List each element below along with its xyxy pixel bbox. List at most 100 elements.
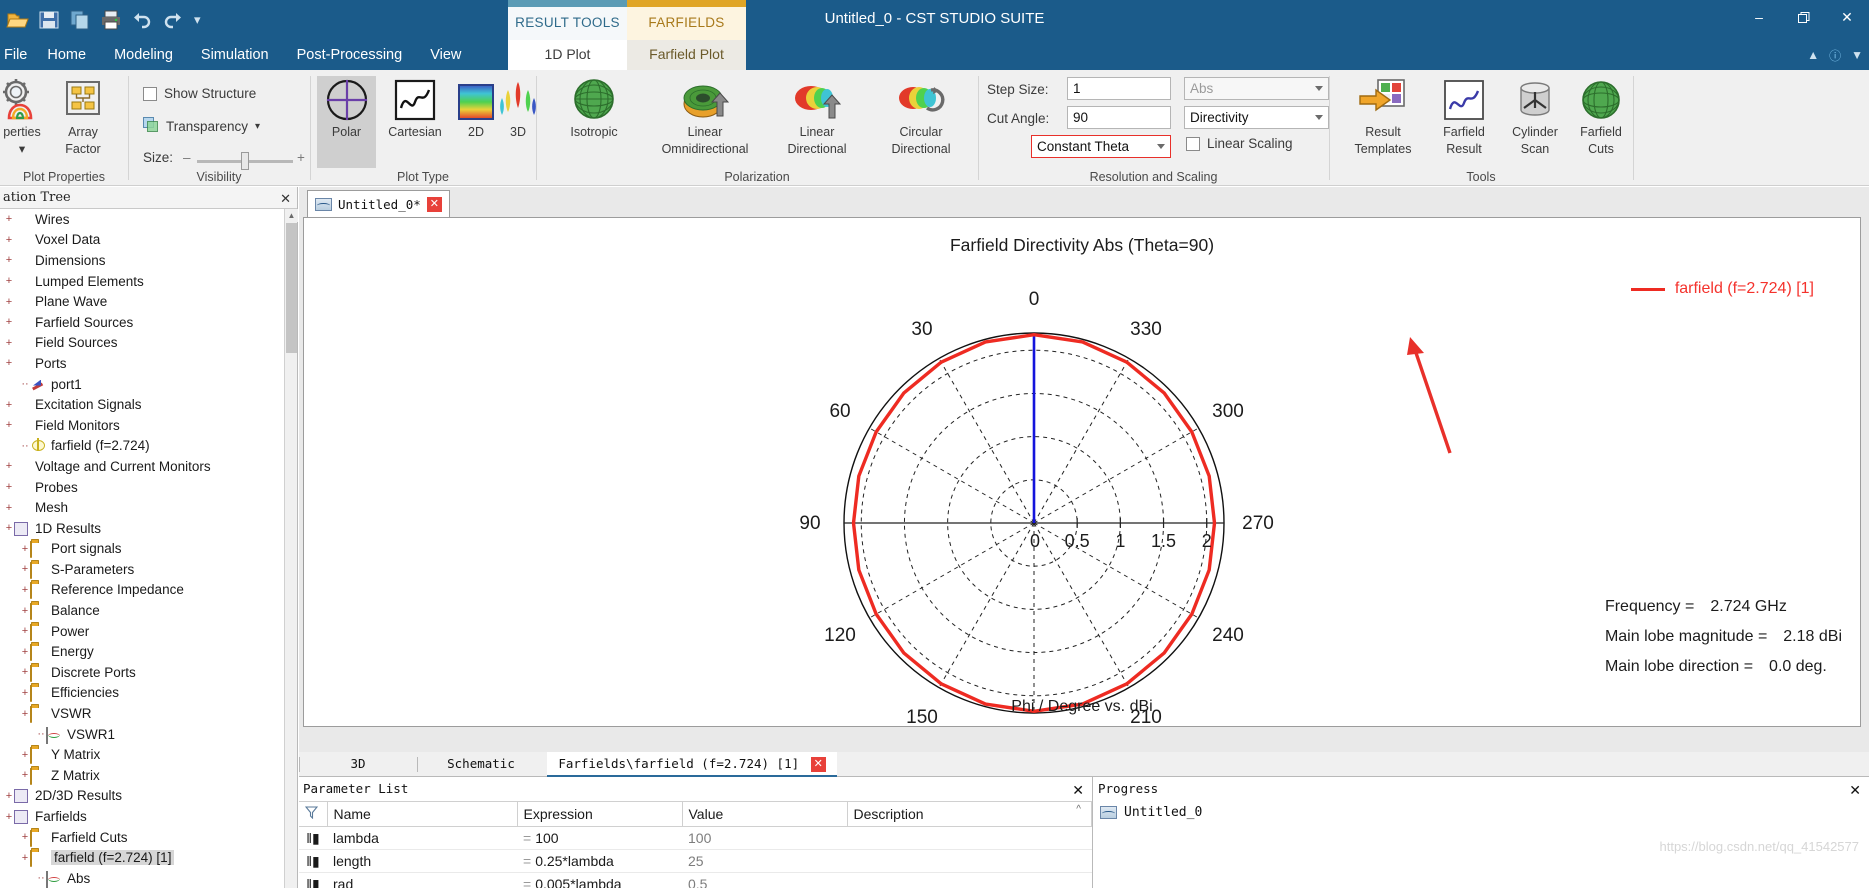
farfield-result-button[interactable]: Farfield Result: [1428, 76, 1500, 156]
help-icon[interactable]: ⓘ: [1829, 47, 1841, 64]
parameter-expression[interactable]: = 0.005*lambda: [517, 872, 682, 888]
view-tab-schematic[interactable]: Schematic: [417, 752, 545, 777]
tree-node[interactable]: + Farfields: [0, 806, 285, 827]
tree-expander[interactable]: +: [4, 419, 14, 431]
tree-expander[interactable]: +: [20, 769, 30, 781]
restore-button[interactable]: [1781, 0, 1825, 34]
polarization-circular-directional-button[interactable]: Circular Directional: [869, 76, 973, 156]
menu-item-modeling[interactable]: Modeling: [100, 40, 187, 70]
close-icon[interactable]: ✕: [1849, 779, 1861, 802]
parameter-row[interactable]: ‖▮ lambda = 100 100: [299, 826, 1092, 850]
close-icon[interactable]: ✕: [426, 196, 442, 212]
tree-expander[interactable]: ··: [36, 728, 46, 740]
parameter-name[interactable]: rad: [327, 872, 517, 888]
open-folder-icon[interactable]: [6, 8, 30, 32]
tree-node[interactable]: + Ports: [0, 353, 285, 374]
chevron-down-icon[interactable]: [1315, 115, 1323, 120]
tree-node[interactable]: + Mesh: [0, 497, 285, 518]
tree-node[interactable]: + Y Matrix: [0, 744, 285, 765]
tree-expander[interactable]: +: [4, 337, 14, 349]
tree-expander[interactable]: +: [4, 296, 14, 308]
close-button[interactable]: ✕: [1825, 0, 1869, 34]
chevron-up-icon[interactable]: ▲: [1807, 48, 1819, 62]
parameter-expression[interactable]: = 0.25*lambda: [517, 849, 682, 873]
menu-item-simulation[interactable]: Simulation: [187, 40, 283, 70]
tree-node[interactable]: + Dimensions: [0, 250, 285, 271]
redo-icon[interactable]: [161, 8, 185, 32]
polarization-isotropic-button[interactable]: Isotropic: [547, 76, 641, 139]
menu-item-home[interactable]: Home: [33, 40, 100, 70]
menu-item-post-processing[interactable]: Post-Processing: [283, 40, 417, 70]
cut-angle-input[interactable]: 90: [1067, 106, 1171, 129]
parameter-col-name[interactable]: Name: [327, 801, 518, 827]
tree-node[interactable]: + Voltage and Current Monitors: [0, 456, 285, 477]
tree-expander[interactable]: +: [4, 460, 14, 472]
tree-node[interactable]: ·· Abs: [0, 868, 285, 888]
tab-farfield-plot[interactable]: Farfield Plot: [627, 40, 746, 70]
tree-expander[interactable]: +: [4, 790, 14, 802]
tree-expander[interactable]: +: [20, 666, 30, 678]
tree-node[interactable]: + Discrete Ports: [0, 662, 285, 683]
tree-node[interactable]: + Z Matrix: [0, 765, 285, 786]
progress-item[interactable]: Untitled_0: [1094, 801, 1869, 820]
tree-node[interactable]: + Lumped Elements: [0, 271, 285, 292]
show-structure-box[interactable]: [143, 86, 157, 101]
cylinder-scan-button[interactable]: Cylinder Scan: [1502, 76, 1568, 156]
tree-expander[interactable]: +: [20, 852, 30, 864]
tree-expander[interactable]: +: [4, 275, 14, 287]
tree-node[interactable]: + Field Monitors: [0, 415, 285, 436]
parameter-description[interactable]: [847, 872, 1092, 888]
tree-expander[interactable]: +: [4, 399, 14, 411]
tree-expander[interactable]: +: [20, 749, 30, 761]
tree-expander[interactable]: +: [4, 254, 14, 266]
tree-expander[interactable]: +: [20, 543, 30, 555]
parameter-name[interactable]: length: [327, 849, 517, 873]
save-icon[interactable]: [37, 8, 61, 32]
customize-qat-icon[interactable]: ▾: [194, 12, 201, 28]
tree-node[interactable]: + Power: [0, 621, 285, 642]
parameter-description[interactable]: [847, 826, 1092, 850]
tree-expander[interactable]: +: [4, 522, 14, 534]
window-controls[interactable]: – ✕: [1737, 0, 1869, 34]
parameter-col-value[interactable]: Value: [682, 801, 848, 827]
parameter-expression[interactable]: = 100: [517, 826, 682, 850]
linear-scaling-box[interactable]: [1186, 136, 1200, 151]
cut-type-select[interactable]: Constant Theta: [1031, 135, 1171, 158]
linear-scaling-checkbox[interactable]: Linear Scaling: [1186, 136, 1293, 151]
tree-node[interactable]: ·· port1: [0, 374, 285, 395]
scroll-up-arrow-icon[interactable]: ▲: [285, 209, 298, 222]
tree-node[interactable]: + Energy: [0, 641, 285, 662]
close-icon[interactable]: ✕: [1072, 779, 1084, 802]
navigation-tree[interactable]: + Wires + Voxel Data + Dimensions + Lumped Elem…: [0, 209, 285, 888]
tree-expander[interactable]: +: [20, 625, 30, 637]
size-slider-handle[interactable]: [241, 152, 249, 170]
polarization-linear-omnidirectional-button[interactable]: Linear Omnidirectional: [647, 76, 763, 156]
tree-expander[interactable]: +: [4, 502, 14, 514]
tree-node[interactable]: + Farfield Cuts: [0, 827, 285, 848]
tree-node[interactable]: + Wires: [0, 209, 285, 230]
tree-expander[interactable]: +: [20, 708, 30, 720]
chevron-down-icon[interactable]: [1157, 144, 1165, 149]
tree-node[interactable]: + Efficiencies: [0, 683, 285, 704]
tree-expander[interactable]: ··: [36, 872, 46, 884]
farfield-cuts-button[interactable]: Farfield Cuts: [1570, 76, 1632, 156]
tree-node[interactable]: + VSWR: [0, 703, 285, 724]
size-minus-label[interactable]: –: [183, 150, 191, 165]
tree-expander[interactable]: +: [4, 481, 14, 493]
print-icon[interactable]: [99, 8, 123, 32]
view-tabs[interactable]: 3D Schematic Farfields\farfield (f=2.724…: [299, 752, 1869, 777]
row-handle-icon[interactable]: ‖▮: [299, 826, 327, 850]
tree-expander[interactable]: +: [20, 605, 30, 617]
close-icon[interactable]: ✕: [810, 757, 826, 772]
tree-expander[interactable]: +: [4, 234, 14, 246]
chevron-down-icon[interactable]: ▾: [255, 121, 260, 132]
tree-node[interactable]: +1D Results: [0, 518, 285, 539]
parameter-col-description[interactable]: Description ^: [847, 801, 1092, 827]
tree-scroll-thumb[interactable]: [286, 223, 297, 353]
tree-node[interactable]: ·· farfield (f=2.724): [0, 436, 285, 457]
tree-node[interactable]: + Probes: [0, 477, 285, 498]
component-select[interactable]: Abs: [1184, 77, 1329, 100]
row-handle-icon[interactable]: ‖▮: [299, 849, 327, 873]
tab-1d-plot[interactable]: 1D Plot: [508, 40, 627, 70]
tree-node[interactable]: + farfield (f=2.724) [1]: [0, 847, 285, 868]
